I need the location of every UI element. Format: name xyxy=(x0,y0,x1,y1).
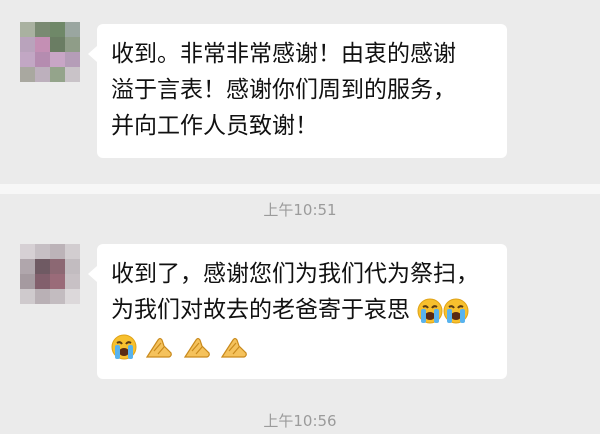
loudly-crying-face-icon xyxy=(417,298,443,323)
avatar[interactable] xyxy=(20,244,80,304)
message-text-line: 溢于言表！感谢你们周到的服务， xyxy=(111,77,456,103)
loudly-crying-face-icon xyxy=(111,334,137,359)
message-text-line: 并向工作人员致谢！ xyxy=(111,113,318,139)
folded-hands-icon xyxy=(183,337,210,358)
message-timestamp: 上午10:51 xyxy=(263,201,337,219)
chat-divider xyxy=(0,184,600,194)
message-bubble[interactable]: 收到。非常非常感谢！由衷的感谢 溢于言表！感谢你们周到的服务， 并向工作人员致谢… xyxy=(88,24,507,158)
folded-hands-icon xyxy=(220,337,247,358)
message-text-line: 为我们对故去的老爸寄于哀思 xyxy=(111,292,493,328)
message-text-segment: 为我们对故去的老爸寄于哀思 xyxy=(111,297,410,323)
folded-hands-icon xyxy=(146,337,173,358)
message-text-line: 收到。非常非常感谢！由衷的感谢 xyxy=(111,41,456,67)
loudly-crying-face-icon xyxy=(443,298,469,323)
message-timestamp: 上午10:56 xyxy=(263,412,337,430)
message-emoji-line xyxy=(111,328,493,364)
message-bubble[interactable]: 收到了，感谢您们为我们代为祭扫， 为我们对故去的老爸寄于哀思 xyxy=(88,244,507,379)
avatar[interactable] xyxy=(20,22,80,82)
message-text-line: 收到了，感谢您们为我们代为祭扫， xyxy=(111,261,479,287)
